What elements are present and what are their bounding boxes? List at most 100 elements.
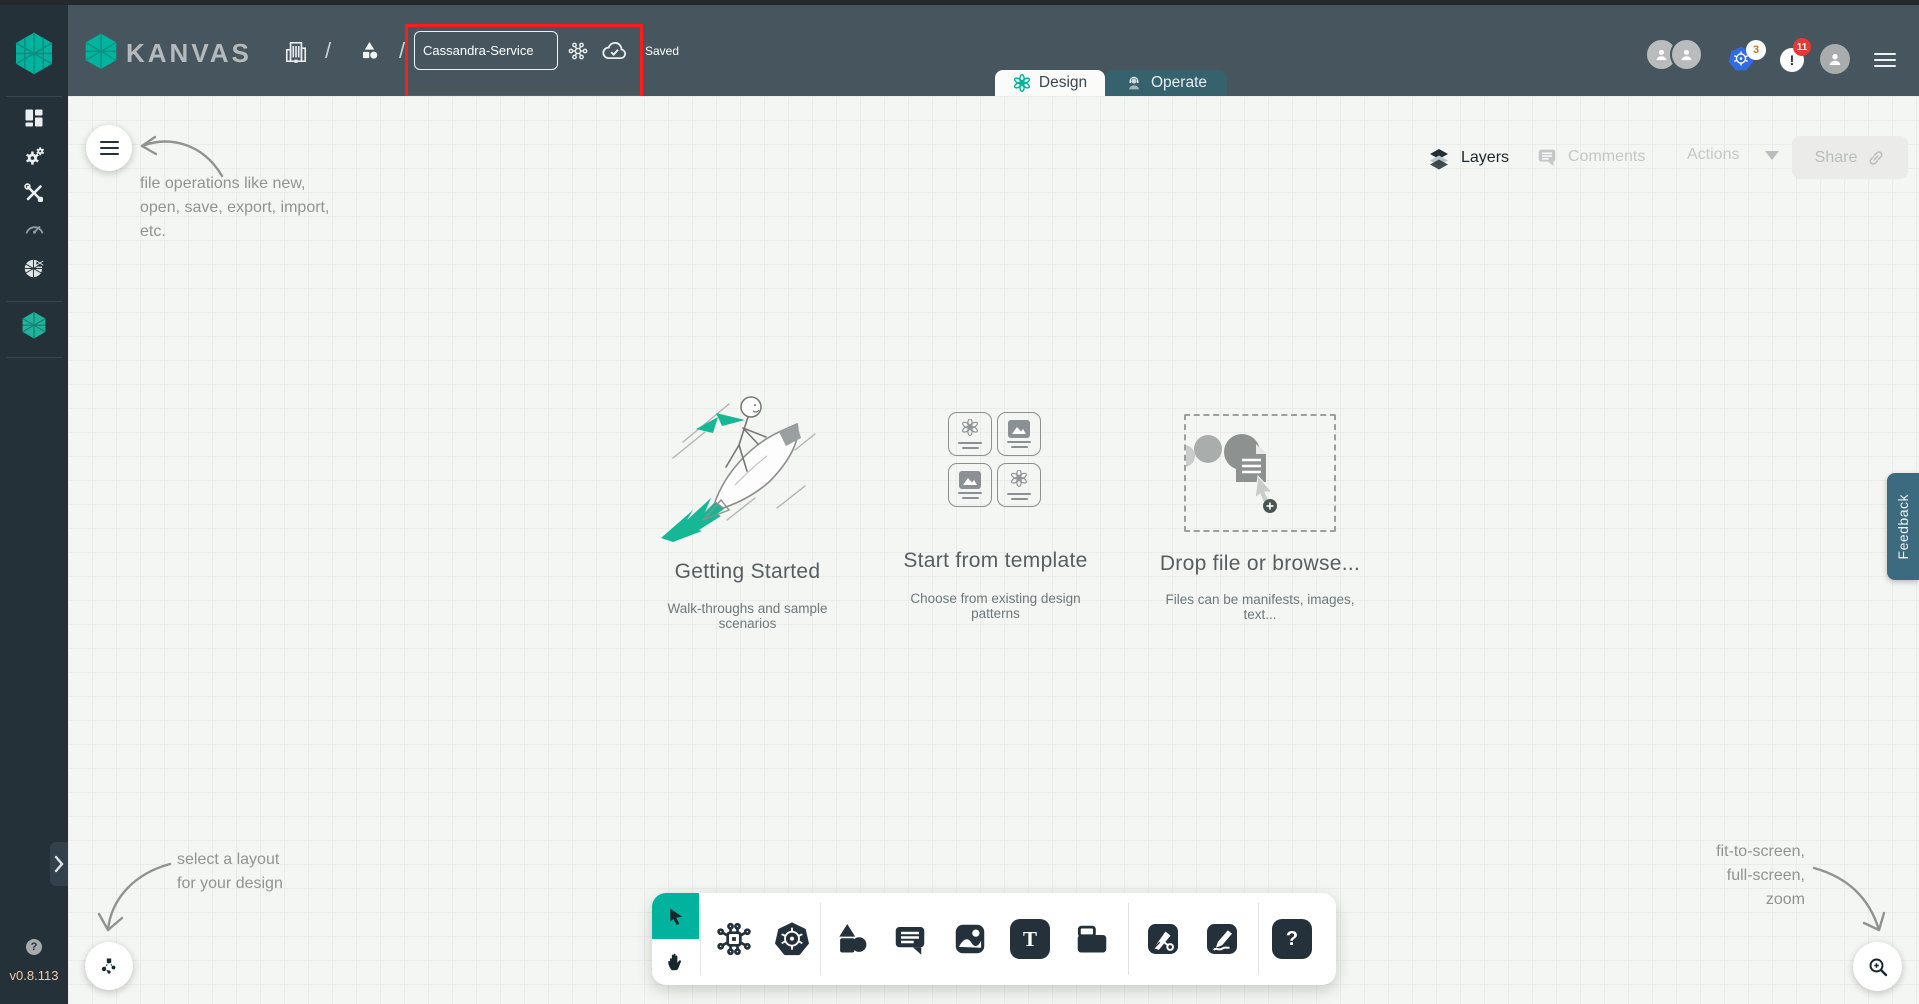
- sidebar-item-dashboard[interactable]: [0, 103, 68, 133]
- section-tool[interactable]: [1070, 917, 1114, 961]
- feedback-label: Feedback: [1895, 493, 1911, 560]
- pen-tool[interactable]: [1141, 917, 1185, 961]
- layout-button[interactable]: [85, 942, 133, 990]
- help-button[interactable]: ?: [26, 939, 42, 955]
- comment-tool[interactable]: [888, 917, 932, 961]
- comment-icon: [895, 927, 925, 955]
- card-title: Getting Started: [674, 560, 821, 583]
- design-spiral-icon: [1013, 74, 1031, 92]
- sidebar-item-performance[interactable]: [0, 213, 68, 243]
- cursor-icon: [670, 908, 683, 925]
- sidebar-item-extensions[interactable]: [0, 253, 68, 283]
- hand-icon: [667, 953, 681, 971]
- drop-file-card[interactable]: Drop file or browse... Files can be mani…: [1150, 388, 1370, 622]
- comments-button[interactable]: Comments: [1536, 146, 1645, 168]
- share-link-icon: [1867, 149, 1885, 167]
- section-icon: [1077, 925, 1107, 953]
- template-tile-image-icon: [948, 463, 992, 507]
- kubernetes-wheel-icon: [775, 922, 809, 956]
- toolbar-divider: [700, 903, 701, 975]
- pencil-icon: [1207, 924, 1237, 954]
- drop-zone[interactable]: [1184, 414, 1336, 532]
- view-controls-annotation: fit-to-screen, full-screen, zoom: [1716, 843, 1805, 908]
- sidebar-divider: [6, 357, 62, 358]
- drop-file-illustration: [1186, 434, 1277, 513]
- actions-label: Actions: [1687, 146, 1740, 163]
- layers-label: Layers: [1461, 149, 1510, 166]
- image-icon: [955, 924, 985, 954]
- kanvas-logo-icon: [84, 32, 118, 70]
- pan-tool[interactable]: [652, 939, 699, 985]
- comments-icon: [1536, 146, 1558, 168]
- toolbar-divider: [820, 903, 821, 975]
- image-tool[interactable]: [948, 917, 992, 961]
- zoom-button[interactable]: [1853, 942, 1902, 991]
- collaborator-avatars[interactable]: [1645, 38, 1703, 71]
- actions-dropdown[interactable]: Actions: [1687, 146, 1780, 164]
- workspace-icon[interactable]: [356, 38, 383, 65]
- layout-icon: [101, 958, 116, 974]
- template-tile-design-icon: [997, 463, 1041, 507]
- breadcrumb-separator: /: [399, 38, 406, 63]
- select-tool[interactable]: [652, 893, 699, 939]
- layers-icon: [1427, 146, 1451, 170]
- chevron-down-icon: [1765, 150, 1780, 160]
- freehand-tool[interactable]: [1200, 917, 1244, 961]
- left-sidebar: ? v0.8.113: [0, 5, 68, 1004]
- text-tool[interactable]: T: [1010, 919, 1050, 959]
- card-subtitle: Walk-throughs and sample scenarios: [667, 601, 828, 631]
- design-name-input[interactable]: [414, 31, 558, 70]
- card-subtitle: Choose from existing design patterns: [910, 591, 1081, 621]
- profile-avatar[interactable]: [1820, 44, 1850, 74]
- kanvas-app: KANVAS / / Saved 3 ! 11: [0, 0, 1919, 1004]
- layout-arrow: [97, 862, 172, 932]
- kubernetes-context-badge: 3: [1746, 40, 1766, 60]
- card-subtitle: Files can be manifests, images, text...: [1165, 592, 1355, 622]
- canvas-menu-button[interactable]: [86, 125, 132, 171]
- rocket-illustration: [660, 396, 816, 542]
- getting-started-card[interactable]: Getting Started Walk-throughs and sample…: [640, 388, 855, 631]
- breadcrumb-separator: /: [325, 38, 332, 63]
- tab-operate[interactable]: Operate: [1105, 70, 1227, 96]
- shapes-tool[interactable]: [830, 917, 874, 961]
- share-button[interactable]: Share: [1792, 136, 1908, 179]
- component-tool[interactable]: [712, 917, 756, 961]
- environment-icon[interactable]: [566, 39, 590, 63]
- sidebar-expand-button[interactable]: [50, 842, 68, 886]
- card-title: Drop file or browse...: [1159, 552, 1361, 575]
- kubernetes-tool[interactable]: [770, 917, 814, 961]
- tab-design[interactable]: Design: [995, 70, 1105, 96]
- template-tile-image-icon: [997, 412, 1041, 456]
- feedback-tab[interactable]: Feedback: [1887, 473, 1919, 580]
- layout-annotation: select a layout for your design: [177, 851, 283, 892]
- view-controls-arrow: [1812, 866, 1886, 932]
- tab-design-label: Design: [1038, 74, 1088, 91]
- sidebar-item-kanvas[interactable]: [0, 310, 68, 340]
- template-tiles: [948, 412, 1043, 507]
- canvas-menu-icon: [99, 137, 119, 159]
- zoom-in-icon: [1869, 958, 1887, 976]
- meshery-logo[interactable]: [14, 31, 54, 75]
- save-status: Saved: [645, 44, 680, 58]
- start-from-template-card[interactable]: Start from template Choose from existing…: [898, 388, 1093, 621]
- cloud-save-icon[interactable]: [600, 37, 629, 66]
- layers-button[interactable]: Layers: [1427, 146, 1509, 170]
- operate-person-icon: [1125, 74, 1143, 92]
- share-label: Share: [1814, 148, 1858, 166]
- pen-icon: [1148, 924, 1178, 954]
- sidebar-divider: [6, 96, 62, 97]
- comments-label: Comments: [1568, 148, 1646, 165]
- menu-icon[interactable]: [1874, 49, 1896, 71]
- notification-badge: 11: [1793, 38, 1811, 56]
- version-label: v0.8.113: [9, 968, 59, 983]
- card-title: Start from template: [903, 549, 1088, 572]
- toolbar-divider: [1258, 903, 1259, 975]
- template-tile-design-icon: [948, 412, 992, 456]
- toolbar-help-tool[interactable]: ?: [1272, 919, 1312, 959]
- sidebar-item-lifecycle[interactable]: [0, 141, 68, 171]
- collaborator-avatar[interactable]: [1670, 38, 1703, 71]
- organization-icon[interactable]: [283, 39, 309, 65]
- shapes-icon: [839, 923, 867, 953]
- brand-name: KANVAS: [126, 38, 252, 68]
- sidebar-item-toolbox[interactable]: [0, 178, 68, 208]
